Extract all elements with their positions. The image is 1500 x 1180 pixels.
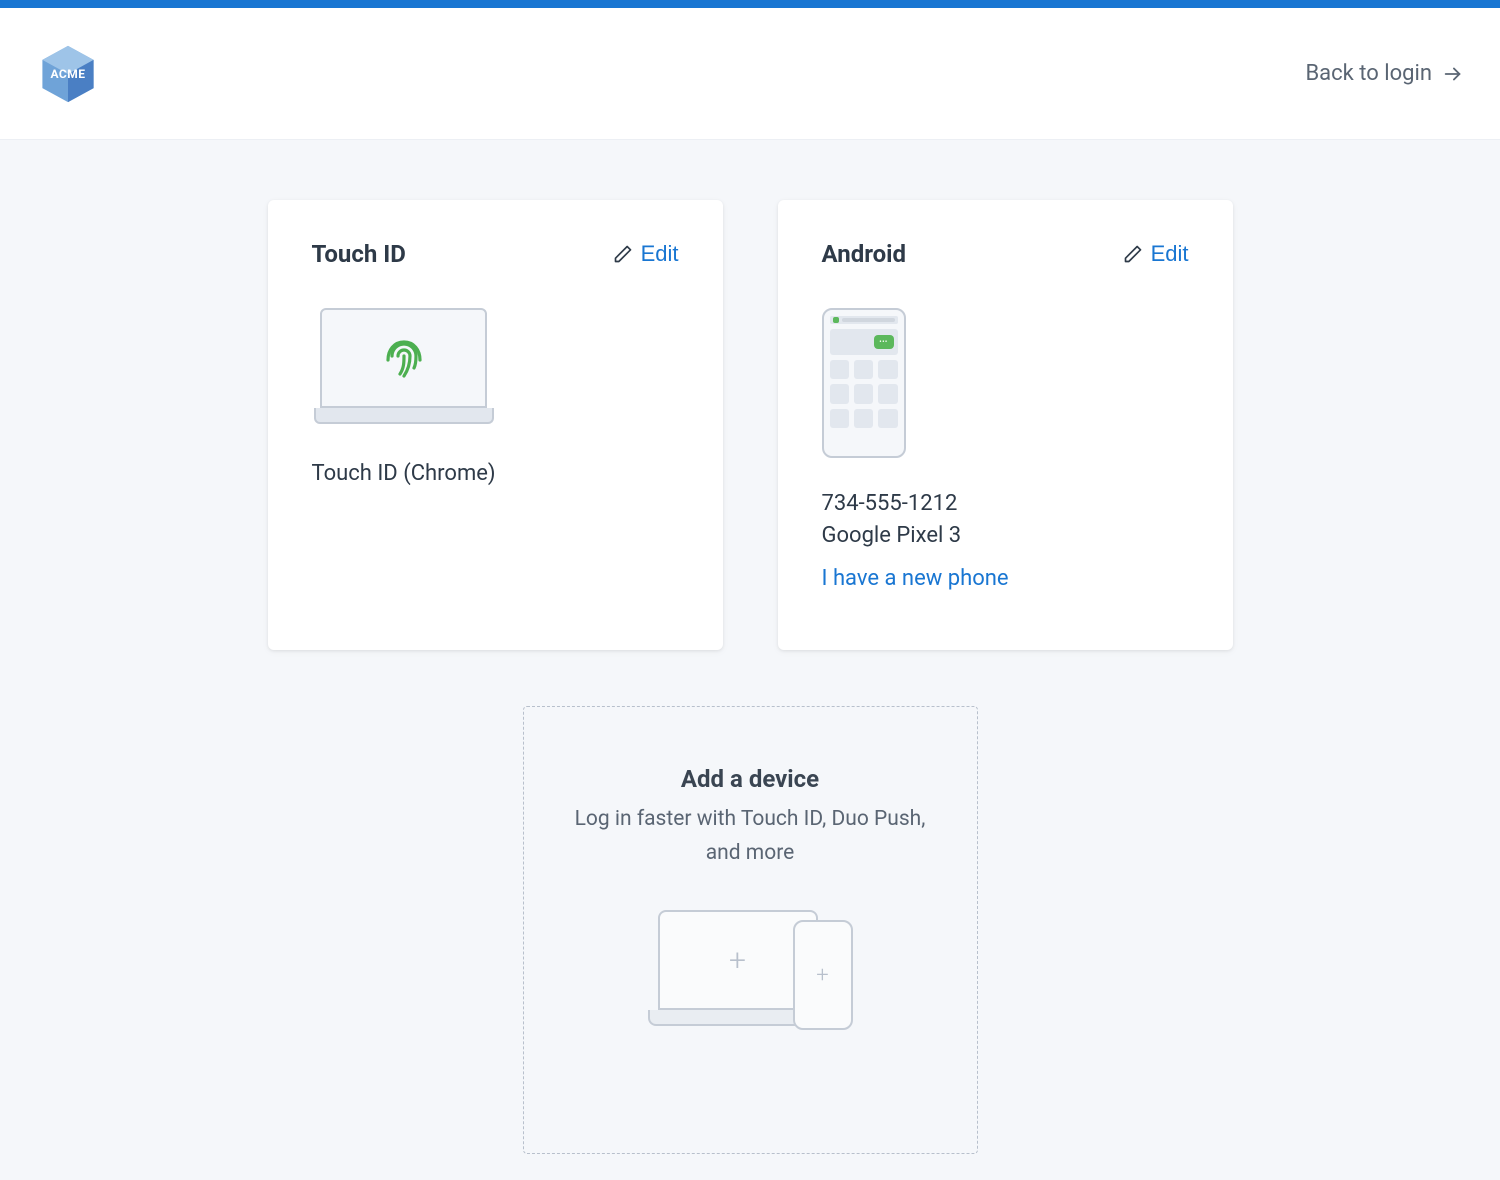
card-header: Touch ID Edit bbox=[312, 240, 679, 268]
pencil-icon bbox=[1123, 244, 1143, 264]
main-content: Touch ID Edit bbox=[0, 140, 1500, 1154]
device-description: Touch ID (Chrome) bbox=[312, 458, 679, 490]
arrow-right-icon bbox=[1442, 63, 1464, 85]
edit-label: Edit bbox=[1151, 241, 1189, 267]
plus-icon: + bbox=[816, 963, 828, 988]
device-card-android: Android Edit bbox=[778, 200, 1233, 650]
card-title: Android bbox=[822, 240, 907, 268]
card-title: Touch ID bbox=[312, 240, 406, 268]
add-device-title: Add a device bbox=[681, 765, 819, 793]
header: ACME Back to login bbox=[0, 8, 1500, 140]
accent-bar bbox=[0, 0, 1500, 8]
logo-text: ACME bbox=[50, 67, 85, 81]
back-to-login-link[interactable]: Back to login bbox=[1305, 61, 1464, 86]
edit-button[interactable]: Edit bbox=[613, 241, 679, 267]
android-illustration bbox=[822, 308, 1189, 458]
back-to-login-label: Back to login bbox=[1305, 61, 1432, 86]
new-phone-link[interactable]: I have a new phone bbox=[822, 566, 1009, 591]
device-phone-number: 734-555-1212 bbox=[822, 488, 1189, 520]
fingerprint-icon bbox=[380, 334, 428, 382]
add-device-illustration: + + bbox=[648, 910, 853, 1032]
phone-icon: + bbox=[793, 920, 853, 1030]
logo: ACME bbox=[36, 42, 100, 106]
edit-label: Edit bbox=[641, 241, 679, 267]
pencil-icon bbox=[613, 244, 633, 264]
add-device-description: Log in faster with Touch ID, Duo Push, a… bbox=[564, 803, 937, 870]
device-cards-row: Touch ID Edit bbox=[268, 200, 1233, 650]
laptop-icon bbox=[314, 308, 494, 428]
edit-button[interactable]: Edit bbox=[1123, 241, 1189, 267]
add-device-card[interactable]: Add a device Log in faster with Touch ID… bbox=[523, 706, 978, 1154]
device-model: Google Pixel 3 bbox=[822, 520, 1189, 552]
plus-icon: + bbox=[729, 943, 746, 978]
touchid-illustration bbox=[312, 308, 679, 428]
card-header: Android Edit bbox=[822, 240, 1189, 268]
device-card-touchid: Touch ID Edit bbox=[268, 200, 723, 650]
phone-icon bbox=[822, 308, 906, 458]
